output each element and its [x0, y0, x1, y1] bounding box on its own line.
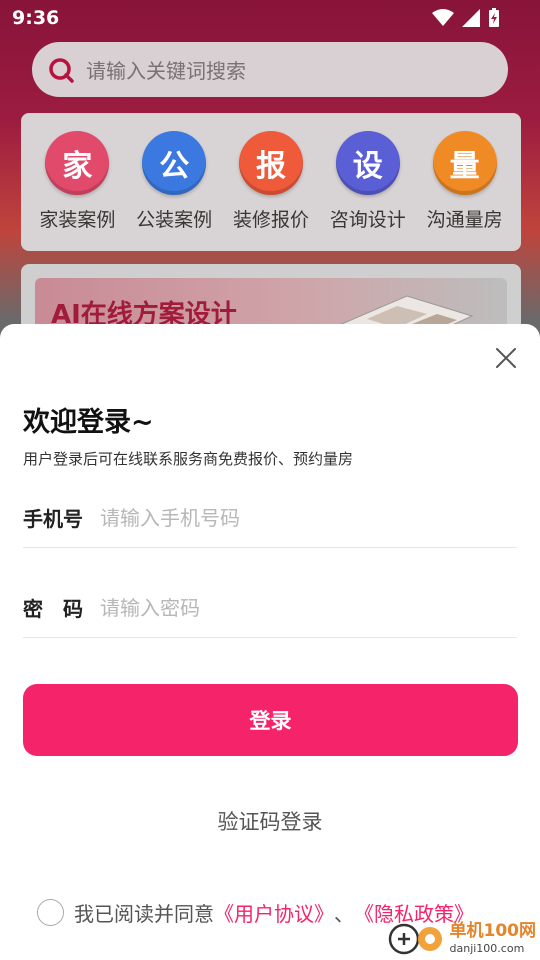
- watermark-url: danji100.com: [449, 941, 525, 955]
- category-design[interactable]: 设 咨询设计: [321, 131, 415, 251]
- category-measure[interactable]: 量 沟通量房: [418, 131, 512, 251]
- agreement-separator: 、: [334, 902, 354, 926]
- password-field: 密 码: [23, 578, 517, 638]
- search-placeholder: 请输入关键词搜索: [86, 59, 246, 83]
- watermark: 单机100网 danji100.com: [388, 920, 537, 956]
- agreement-checkbox[interactable]: [37, 899, 64, 926]
- search-icon: [49, 57, 74, 83]
- watermark-logo-icon: [388, 923, 442, 955]
- password-label: 密 码: [23, 597, 83, 621]
- category-home-cases[interactable]: 家 家装案例: [30, 131, 124, 251]
- search-bar[interactable]: 请输入关键词搜索: [32, 42, 508, 97]
- category-label: 公装案例: [136, 209, 213, 231]
- phone-label: 手机号: [23, 507, 83, 531]
- category-label: 沟通量房: [426, 209, 503, 231]
- phone-field: 手机号: [23, 488, 517, 548]
- category-icon: 量: [432, 131, 497, 195]
- close-icon[interactable]: [494, 346, 518, 370]
- category-label: 装修报价: [232, 209, 309, 231]
- sms-login-link[interactable]: 验证码登录: [0, 806, 540, 836]
- category-office-cases[interactable]: 公 公装案例: [127, 131, 221, 251]
- battery-icon: [489, 8, 499, 27]
- category-label: 咨询设计: [329, 209, 406, 231]
- category-icon: 公: [142, 131, 207, 195]
- user-agreement-link[interactable]: 《用户协议》: [214, 898, 334, 927]
- watermark-name: 单机100网: [449, 920, 537, 941]
- status-time: 9:36: [12, 7, 60, 29]
- category-icon: 家: [45, 131, 110, 195]
- category-icon: 设: [335, 131, 400, 195]
- category-quote[interactable]: 报 装修报价: [224, 131, 318, 251]
- status-icons: [432, 8, 500, 28]
- category-icon: 报: [238, 131, 303, 195]
- login-button[interactable]: 登录: [23, 684, 518, 756]
- status-bar: 9:36: [0, 0, 540, 36]
- category-grid: 家 家装案例 公 公装案例 报 装修报价 设 咨询设计 量 沟通量房: [21, 113, 521, 251]
- wifi-icon: [432, 9, 454, 26]
- password-input[interactable]: [100, 595, 517, 620]
- phone-input[interactable]: [100, 505, 517, 530]
- category-label: 家装案例: [39, 209, 116, 231]
- signal-icon: [462, 9, 480, 27]
- login-sheet: 欢迎登录~ 用户登录后可在线联系服务商免费报价、预约量房 手机号 密 码 登录 …: [0, 324, 540, 960]
- agreement-text: 我已阅读并同意: [74, 902, 214, 926]
- login-subtitle: 用户登录后可在线联系服务商免费报价、预约量房: [23, 450, 354, 468]
- login-title: 欢迎登录~: [23, 407, 154, 438]
